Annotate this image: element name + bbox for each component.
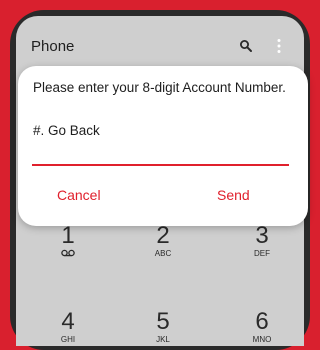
key-5[interactable]: 5 JKL <box>128 310 198 345</box>
key-letters: JKL <box>156 335 170 344</box>
key-digit: 3 <box>255 222 269 249</box>
key-digit: 2 <box>156 222 170 249</box>
app-title: Phone <box>31 38 75 55</box>
app-bar: Phone <box>16 16 304 64</box>
key-digit: 4 <box>61 308 75 335</box>
key-digit: 5 <box>156 308 170 335</box>
key-6[interactable]: 6 MNO <box>227 310 297 345</box>
dialog-hint: #. Go Back <box>33 123 100 138</box>
key-2[interactable]: 2 ABC <box>128 224 198 259</box>
key-3[interactable]: 3 DEF <box>227 224 297 259</box>
key-4[interactable]: 4 GHI <box>33 310 103 345</box>
key-letters: GHI <box>60 335 76 344</box>
key-letters: MNO <box>252 335 272 344</box>
cancel-button[interactable]: Cancel <box>57 187 101 203</box>
key-letters: ABC <box>154 249 172 258</box>
key-digit: 1 <box>61 222 75 249</box>
search-icon[interactable] <box>239 39 253 53</box>
send-button[interactable]: Send <box>217 187 250 203</box>
more-vertical-icon[interactable] <box>276 38 282 54</box>
key-1[interactable]: 1 <box>33 224 103 257</box>
dialog-message: Please enter your 8-digit Account Number… <box>33 80 286 95</box>
account-number-dialog: Please enter your 8-digit Account Number… <box>18 66 308 226</box>
key-digit: 6 <box>255 308 269 335</box>
account-number-input[interactable] <box>32 146 289 166</box>
key-letters: DEF <box>254 249 270 258</box>
voicemail-icon <box>61 249 75 257</box>
